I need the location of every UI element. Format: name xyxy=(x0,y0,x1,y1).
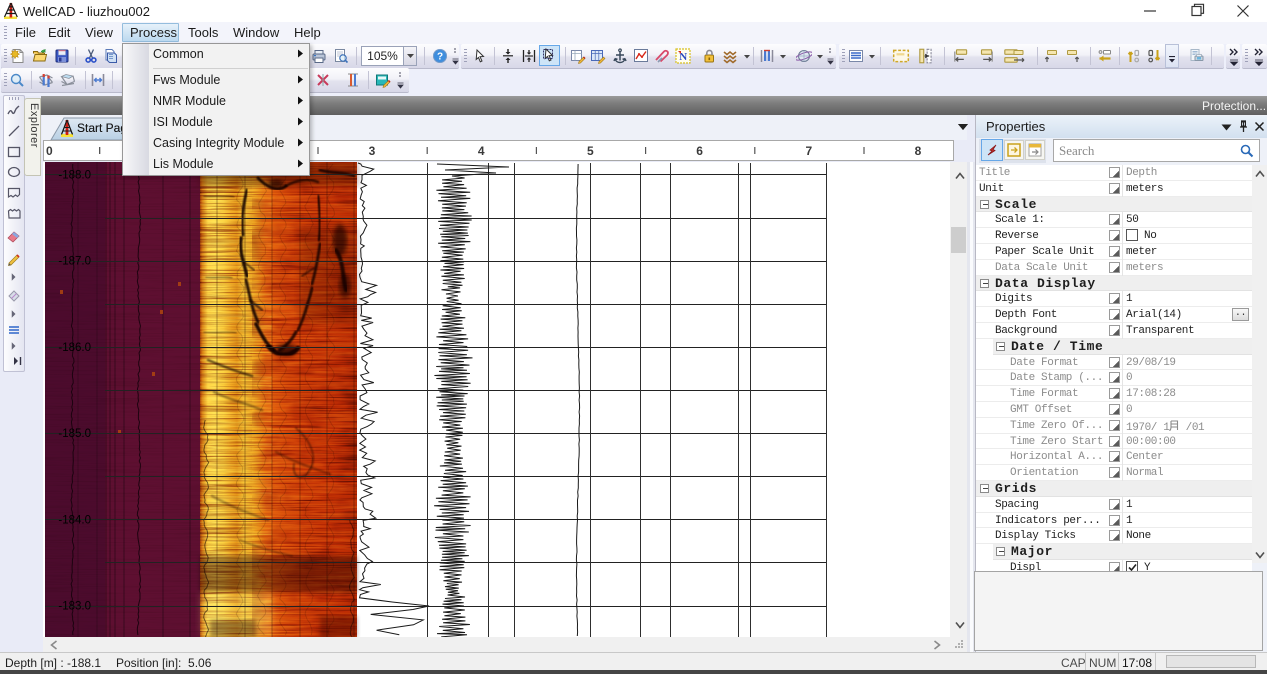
svg-text:8: 8 xyxy=(915,144,922,158)
svg-text:-188.0: -188.0 xyxy=(58,170,91,182)
svg-text:5: 5 xyxy=(587,144,594,158)
svg-text:4: 4 xyxy=(478,144,485,158)
svg-text:0: 0 xyxy=(46,144,53,158)
svg-text:-183.0: -183.0 xyxy=(58,601,91,613)
svg-text:?: ? xyxy=(437,52,443,63)
svg-text:3: 3 xyxy=(369,144,376,158)
svg-text:-184.0: -184.0 xyxy=(58,514,91,526)
svg-text:-186.0: -186.0 xyxy=(58,342,91,354)
svg-text:-187.0: -187.0 xyxy=(58,256,91,268)
svg-text:-185.0: -185.0 xyxy=(58,428,91,440)
svg-text:7: 7 xyxy=(805,144,812,158)
svg-text:6: 6 xyxy=(696,144,703,158)
